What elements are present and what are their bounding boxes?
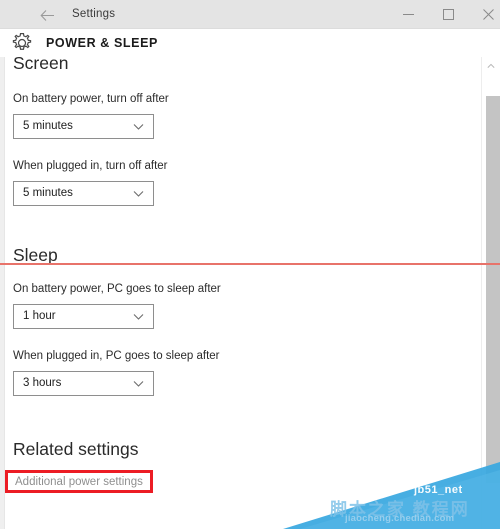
minimize-button[interactable] [390, 0, 426, 29]
dropdown-sleep-plugged[interactable]: 3 hours [13, 371, 154, 396]
chevron-down-icon [132, 120, 145, 133]
dropdown-value: 5 minutes [23, 187, 73, 199]
dropdown-screen-battery[interactable]: 5 minutes [13, 114, 154, 139]
dropdown-value: 1 hour [23, 310, 56, 322]
left-rail [0, 57, 5, 529]
dropdown-value: 3 hours [23, 377, 62, 389]
chevron-down-icon [132, 377, 145, 390]
page-header: POWER & SLEEP [0, 29, 500, 57]
scrollbar-thumb[interactable] [486, 96, 500, 483]
dropdown-screen-plugged[interactable]: 5 minutes [13, 181, 154, 206]
section-heading-screen: Screen [13, 57, 69, 73]
window-title: Settings [72, 8, 116, 20]
dropdown-sleep-battery[interactable]: 1 hour [13, 304, 154, 329]
settings-content: Screen On battery power, turn off after … [6, 57, 481, 529]
title-bar: Settings [0, 0, 500, 29]
chevron-down-icon [132, 187, 145, 200]
gear-icon [10, 31, 34, 55]
section-heading-related: Related settings [13, 439, 139, 459]
chevron-down-icon [132, 310, 145, 323]
annotation-red-line [0, 263, 500, 265]
field-label-screen-battery: On battery power, turn off after [13, 93, 169, 105]
back-arrow-icon[interactable] [36, 4, 58, 26]
vertical-scrollbar[interactable] [481, 57, 500, 529]
field-label-sleep-plugged: When plugged in, PC goes to sleep after [13, 350, 220, 362]
field-label-screen-plugged: When plugged in, turn off after [13, 160, 168, 172]
field-label-sleep-battery: On battery power, PC goes to sleep after [13, 283, 221, 295]
annotation-red-box [5, 470, 153, 493]
dropdown-value: 5 minutes [23, 120, 73, 132]
page-title: POWER & SLEEP [46, 36, 158, 50]
scroll-up-arrow-icon[interactable] [482, 57, 500, 74]
settings-window: Settings POWER & SLEEP Screen On battery… [0, 0, 500, 529]
maximize-button[interactable] [430, 0, 466, 29]
close-button[interactable] [470, 0, 500, 29]
